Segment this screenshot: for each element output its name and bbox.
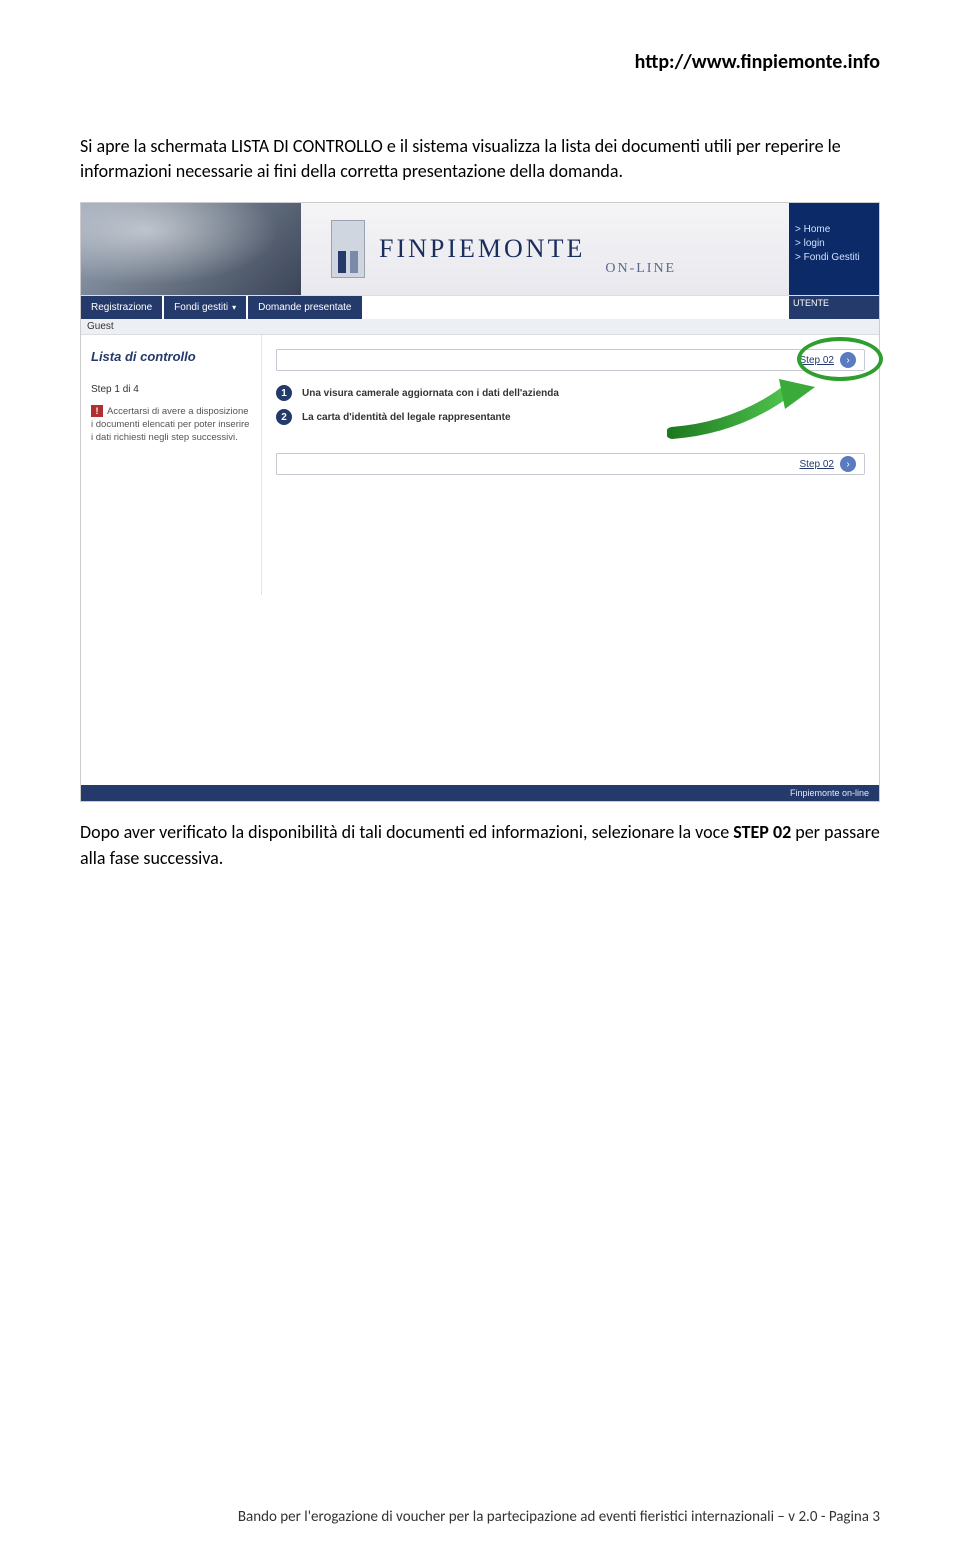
- after-bold: STEP 02: [733, 821, 791, 843]
- page-header-url: http://www.finpiemonte.info: [80, 50, 880, 74]
- after-paragraph: Dopo aver verificato la disponibilità di…: [80, 820, 880, 870]
- user-box: UTENTE: [789, 296, 879, 319]
- step-next-icon[interactable]: ›: [840, 456, 856, 472]
- header-photo: [81, 203, 301, 295]
- checklist-text: Una visura camerale aggiornata con i dat…: [302, 388, 559, 399]
- step-bar-bottom[interactable]: Step 02 ›: [276, 453, 865, 475]
- nav-home-link[interactable]: > Home: [795, 223, 873, 237]
- checklist-item-2: 2 La carta d'identità del legale rappres…: [276, 409, 865, 425]
- menu-registrazione[interactable]: Registrazione: [81, 296, 162, 319]
- sidebar: Lista di controllo Step 1 di 4 !Accertar…: [81, 335, 261, 595]
- nav-fondi-link[interactable]: > Fondi Gestiti: [795, 251, 873, 265]
- user-label: UTENTE: [793, 298, 829, 308]
- step-label: Step 02: [800, 459, 834, 470]
- after-prefix: Dopo aver verificato la disponibilità di…: [80, 821, 733, 843]
- main-panel: Step 02 › 1 Una visura camerale aggiorna…: [261, 335, 879, 595]
- sidebar-title: Lista di controllo: [91, 349, 251, 364]
- step-label: Step 02: [800, 355, 834, 366]
- logo-area: FINPIEMONTE ON-LINE: [301, 203, 789, 295]
- menu-fondi-gestiti[interactable]: Fondi gestiti: [164, 296, 246, 319]
- sidebar-note-text: Accertarsi di avere a disposizione i doc…: [91, 406, 249, 443]
- document-footer: Bando per l'erogazione di voucher per la…: [80, 1508, 880, 1526]
- step-bar-top[interactable]: Step 02 ›: [276, 349, 865, 371]
- app-screenshot: FINPIEMONTE ON-LINE > Home > login > Fon…: [80, 202, 880, 802]
- checklist-number-icon: 2: [276, 409, 292, 425]
- warning-icon: !: [91, 405, 103, 417]
- menu-bar: Registrazione Fondi gestiti Domande pres…: [81, 295, 879, 319]
- app-body: Lista di controllo Step 1 di 4 !Accertar…: [81, 335, 879, 595]
- guest-bar: Guest: [81, 319, 879, 335]
- guest-name: Guest: [87, 321, 114, 332]
- checklist-item-1: 1 Una visura camerale aggiornata con i d…: [276, 385, 865, 401]
- sidebar-note: !Accertarsi di avere a disposizione i do…: [91, 405, 251, 444]
- logo-icon: [331, 220, 365, 278]
- checklist-number-icon: 1: [276, 385, 292, 401]
- intro-paragraph: Si apre la schermata LISTA DI CONTROLLO …: [80, 134, 880, 184]
- brand-suffix: ON-LINE: [605, 261, 676, 295]
- step-next-icon[interactable]: ›: [840, 352, 856, 368]
- checklist-text: La carta d'identità del legale rappresen…: [302, 412, 511, 423]
- green-arrow-icon: [667, 373, 817, 443]
- sidebar-step-label: Step 1 di 4: [91, 384, 251, 395]
- nav-login-link[interactable]: > login: [795, 237, 873, 251]
- app-header: FINPIEMONTE ON-LINE > Home > login > Fon…: [81, 203, 879, 295]
- brand-text: FINPIEMONTE: [379, 234, 585, 264]
- app-footer: Finpiemonte on-line: [81, 785, 879, 801]
- header-rightnav: > Home > login > Fondi Gestiti: [789, 203, 879, 295]
- menu-domande-presentate[interactable]: Domande presentate: [248, 296, 361, 319]
